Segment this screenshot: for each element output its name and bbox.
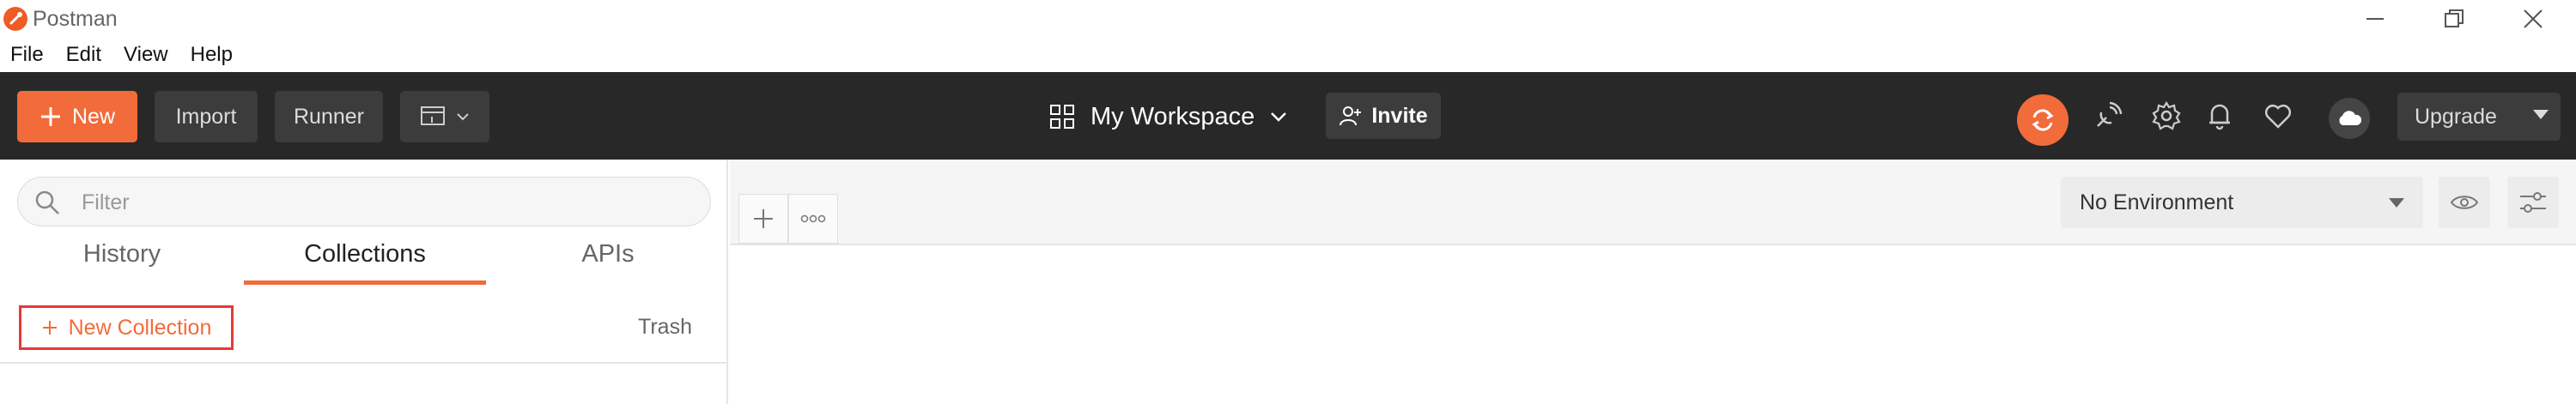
tab-collections-label: Collections [304, 240, 426, 268]
minimize-icon [2366, 18, 2384, 20]
environment-select[interactable]: No Environment [2061, 177, 2423, 228]
environment-quick-look-button[interactable] [2439, 177, 2490, 228]
menu-file[interactable]: File [10, 43, 44, 67]
sync-icon [2032, 109, 2054, 131]
app-title: Postman [33, 7, 118, 31]
tab-collections[interactable]: Collections [244, 240, 486, 285]
interceptor-button[interactable] [2087, 94, 2129, 137]
request-tabs-bar: No Environment [730, 160, 2576, 245]
plus-icon [42, 321, 57, 335]
settings-button[interactable] [2145, 94, 2188, 137]
postman-logo-icon [3, 7, 27, 31]
cloud-icon [2339, 111, 2362, 125]
satellite-icon [2097, 101, 2123, 127]
sync-button[interactable] [2017, 94, 2069, 146]
upgrade-button-label: Upgrade [2415, 104, 2497, 129]
more-icon [800, 214, 826, 223]
close-button[interactable] [2495, 0, 2571, 38]
gear-icon [2152, 100, 2181, 130]
caret-down-icon [2533, 110, 2549, 119]
tab-history[interactable]: History [19, 240, 225, 285]
avatar[interactable] [2329, 98, 2370, 139]
add-tab-button[interactable] [738, 194, 788, 244]
favorites-button[interactable] [2257, 94, 2300, 137]
sliders-icon [2520, 192, 2546, 213]
restore-button[interactable] [2416, 0, 2492, 38]
close-icon [2524, 9, 2543, 28]
chevron-down-icon [457, 113, 469, 121]
title-bar: Postman [0, 0, 2576, 38]
minimize-button[interactable] [2337, 0, 2413, 38]
heart-icon [2264, 104, 2292, 129]
new-collection-label: New Collection [68, 315, 212, 340]
menu-view[interactable]: View [124, 43, 168, 67]
add-user-icon [1340, 106, 1362, 126]
grid-icon [1050, 105, 1074, 129]
runner-button[interactable]: Runner [275, 91, 383, 142]
chevron-down-icon [1271, 112, 1287, 122]
menu-help[interactable]: Help [191, 43, 233, 67]
invite-button-label: Invite [1371, 103, 1428, 128]
runner-button-label: Runner [294, 104, 364, 129]
trash-link[interactable]: Trash [638, 315, 692, 340]
header-toolbar: New Import Runner My Workspace Invite Up… [0, 72, 2576, 160]
tab-options-button[interactable] [788, 194, 838, 244]
import-button-label: Import [175, 104, 237, 129]
menu-bar: File Edit View Help [0, 38, 2576, 72]
new-button[interactable]: New [17, 91, 137, 142]
main-area: No Environment [730, 160, 2576, 404]
plus-icon [754, 209, 773, 228]
eye-icon [2450, 196, 2479, 209]
new-window-icon [421, 106, 445, 125]
tab-apis-label: APIs [581, 240, 635, 268]
new-button-label: New [71, 104, 115, 129]
plus-icon [40, 107, 60, 126]
search-icon [35, 190, 59, 214]
bell-icon [2209, 104, 2230, 130]
divider [0, 362, 728, 364]
invite-button[interactable]: Invite [1326, 93, 1441, 139]
caret-down-icon [2389, 198, 2404, 208]
workspace-selector[interactable]: My Workspace [1049, 91, 1287, 142]
new-collection-button[interactable]: New Collection [19, 305, 234, 350]
restore-icon [2445, 9, 2464, 27]
tab-history-label: History [82, 240, 161, 268]
upgrade-button[interactable]: Upgrade [2397, 93, 2561, 141]
filter-input[interactable] [80, 186, 681, 219]
import-button[interactable]: Import [155, 91, 258, 142]
new-window-button[interactable] [400, 91, 489, 142]
environment-value: No Environment [2080, 190, 2234, 214]
notifications-button[interactable] [2198, 94, 2241, 137]
menu-edit[interactable]: Edit [66, 43, 101, 67]
filter-field[interactable] [17, 177, 711, 226]
manage-environments-button[interactable] [2507, 177, 2559, 228]
tab-apis[interactable]: APIs [505, 240, 711, 285]
workspace-name: My Workspace [1091, 102, 1255, 130]
sidebar: History Collections APIs New Collection … [0, 160, 728, 404]
